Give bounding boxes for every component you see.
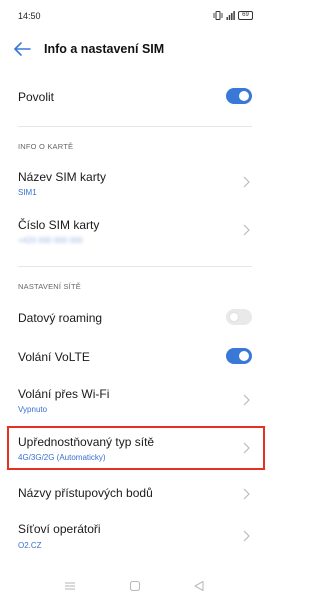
sim-number-label: Číslo SIM karty [18, 218, 100, 232]
status-icons: 69 [213, 10, 253, 21]
sim-name-value: SIM1 [18, 188, 37, 197]
chevron-right-icon [243, 176, 250, 188]
volte-row[interactable]: Volání VoLTE [0, 342, 270, 376]
divider [18, 126, 252, 127]
battery-level: 69 [242, 12, 249, 18]
sim-number-row[interactable]: Číslo SIM karty +420 000 000 000 [0, 208, 270, 252]
highlight-box [7, 426, 265, 470]
data-roaming-toggle[interactable] [226, 309, 252, 325]
network-operators-value: O2.CZ [18, 541, 42, 550]
enable-sim-toggle[interactable] [226, 88, 252, 104]
back-arrow-icon[interactable] [12, 40, 32, 58]
network-operators-row[interactable]: Síťoví operátoři O2.CZ [0, 514, 270, 556]
apn-row[interactable]: Názvy přístupových bodů [0, 478, 270, 510]
vibrate-icon [213, 11, 223, 20]
volte-label: Volání VoLTE [18, 350, 90, 364]
status-time: 14:50 [18, 11, 41, 21]
chevron-right-icon [243, 224, 250, 236]
wifi-calling-label: Volání přes Wi-Fi [18, 387, 110, 401]
wifi-calling-value: Vypnuto [18, 405, 48, 414]
signal-icon [226, 11, 235, 20]
screen: 14:50 69 Info a nastavení SIM Povolit IN… [0, 0, 270, 600]
home-icon[interactable] [129, 580, 141, 592]
chevron-right-icon [243, 394, 250, 406]
status-bar: 14:50 69 [0, 0, 270, 32]
section-header-card-info: INFO O KARTĚ [18, 142, 74, 151]
network-operators-label: Síťoví operátoři [18, 522, 101, 536]
app-bar: Info a nastavení SIM [0, 34, 270, 64]
menu-icon[interactable] [64, 580, 76, 592]
chevron-right-icon [243, 530, 250, 542]
page-title: Info a nastavení SIM [44, 42, 165, 56]
chevron-right-icon [243, 488, 250, 500]
toggle-knob [229, 312, 239, 322]
sim-name-row[interactable]: Název SIM karty SIM1 [0, 160, 270, 204]
data-roaming-label: Datový roaming [18, 311, 103, 325]
navigation-bar [0, 572, 270, 600]
toggle-knob [239, 351, 249, 361]
enable-sim-label: Povolit [18, 90, 55, 104]
sim-name-label: Název SIM karty [18, 170, 107, 184]
data-roaming-row[interactable]: Datový roaming [0, 302, 270, 336]
divider [18, 266, 252, 267]
apn-label: Názvy přístupových bodů [18, 486, 153, 500]
toggle-knob [239, 91, 249, 101]
battery-icon: 69 [238, 11, 253, 20]
section-header-network: NASTAVENÍ SÍTĚ [18, 282, 81, 291]
wifi-calling-row[interactable]: Volání přes Wi-Fi Vypnuto [0, 378, 270, 422]
volte-toggle[interactable] [226, 348, 252, 364]
enable-sim-row[interactable]: Povolit [0, 80, 270, 114]
sim-number-value: +420 000 000 000 [18, 236, 83, 245]
back-icon[interactable] [193, 580, 205, 592]
